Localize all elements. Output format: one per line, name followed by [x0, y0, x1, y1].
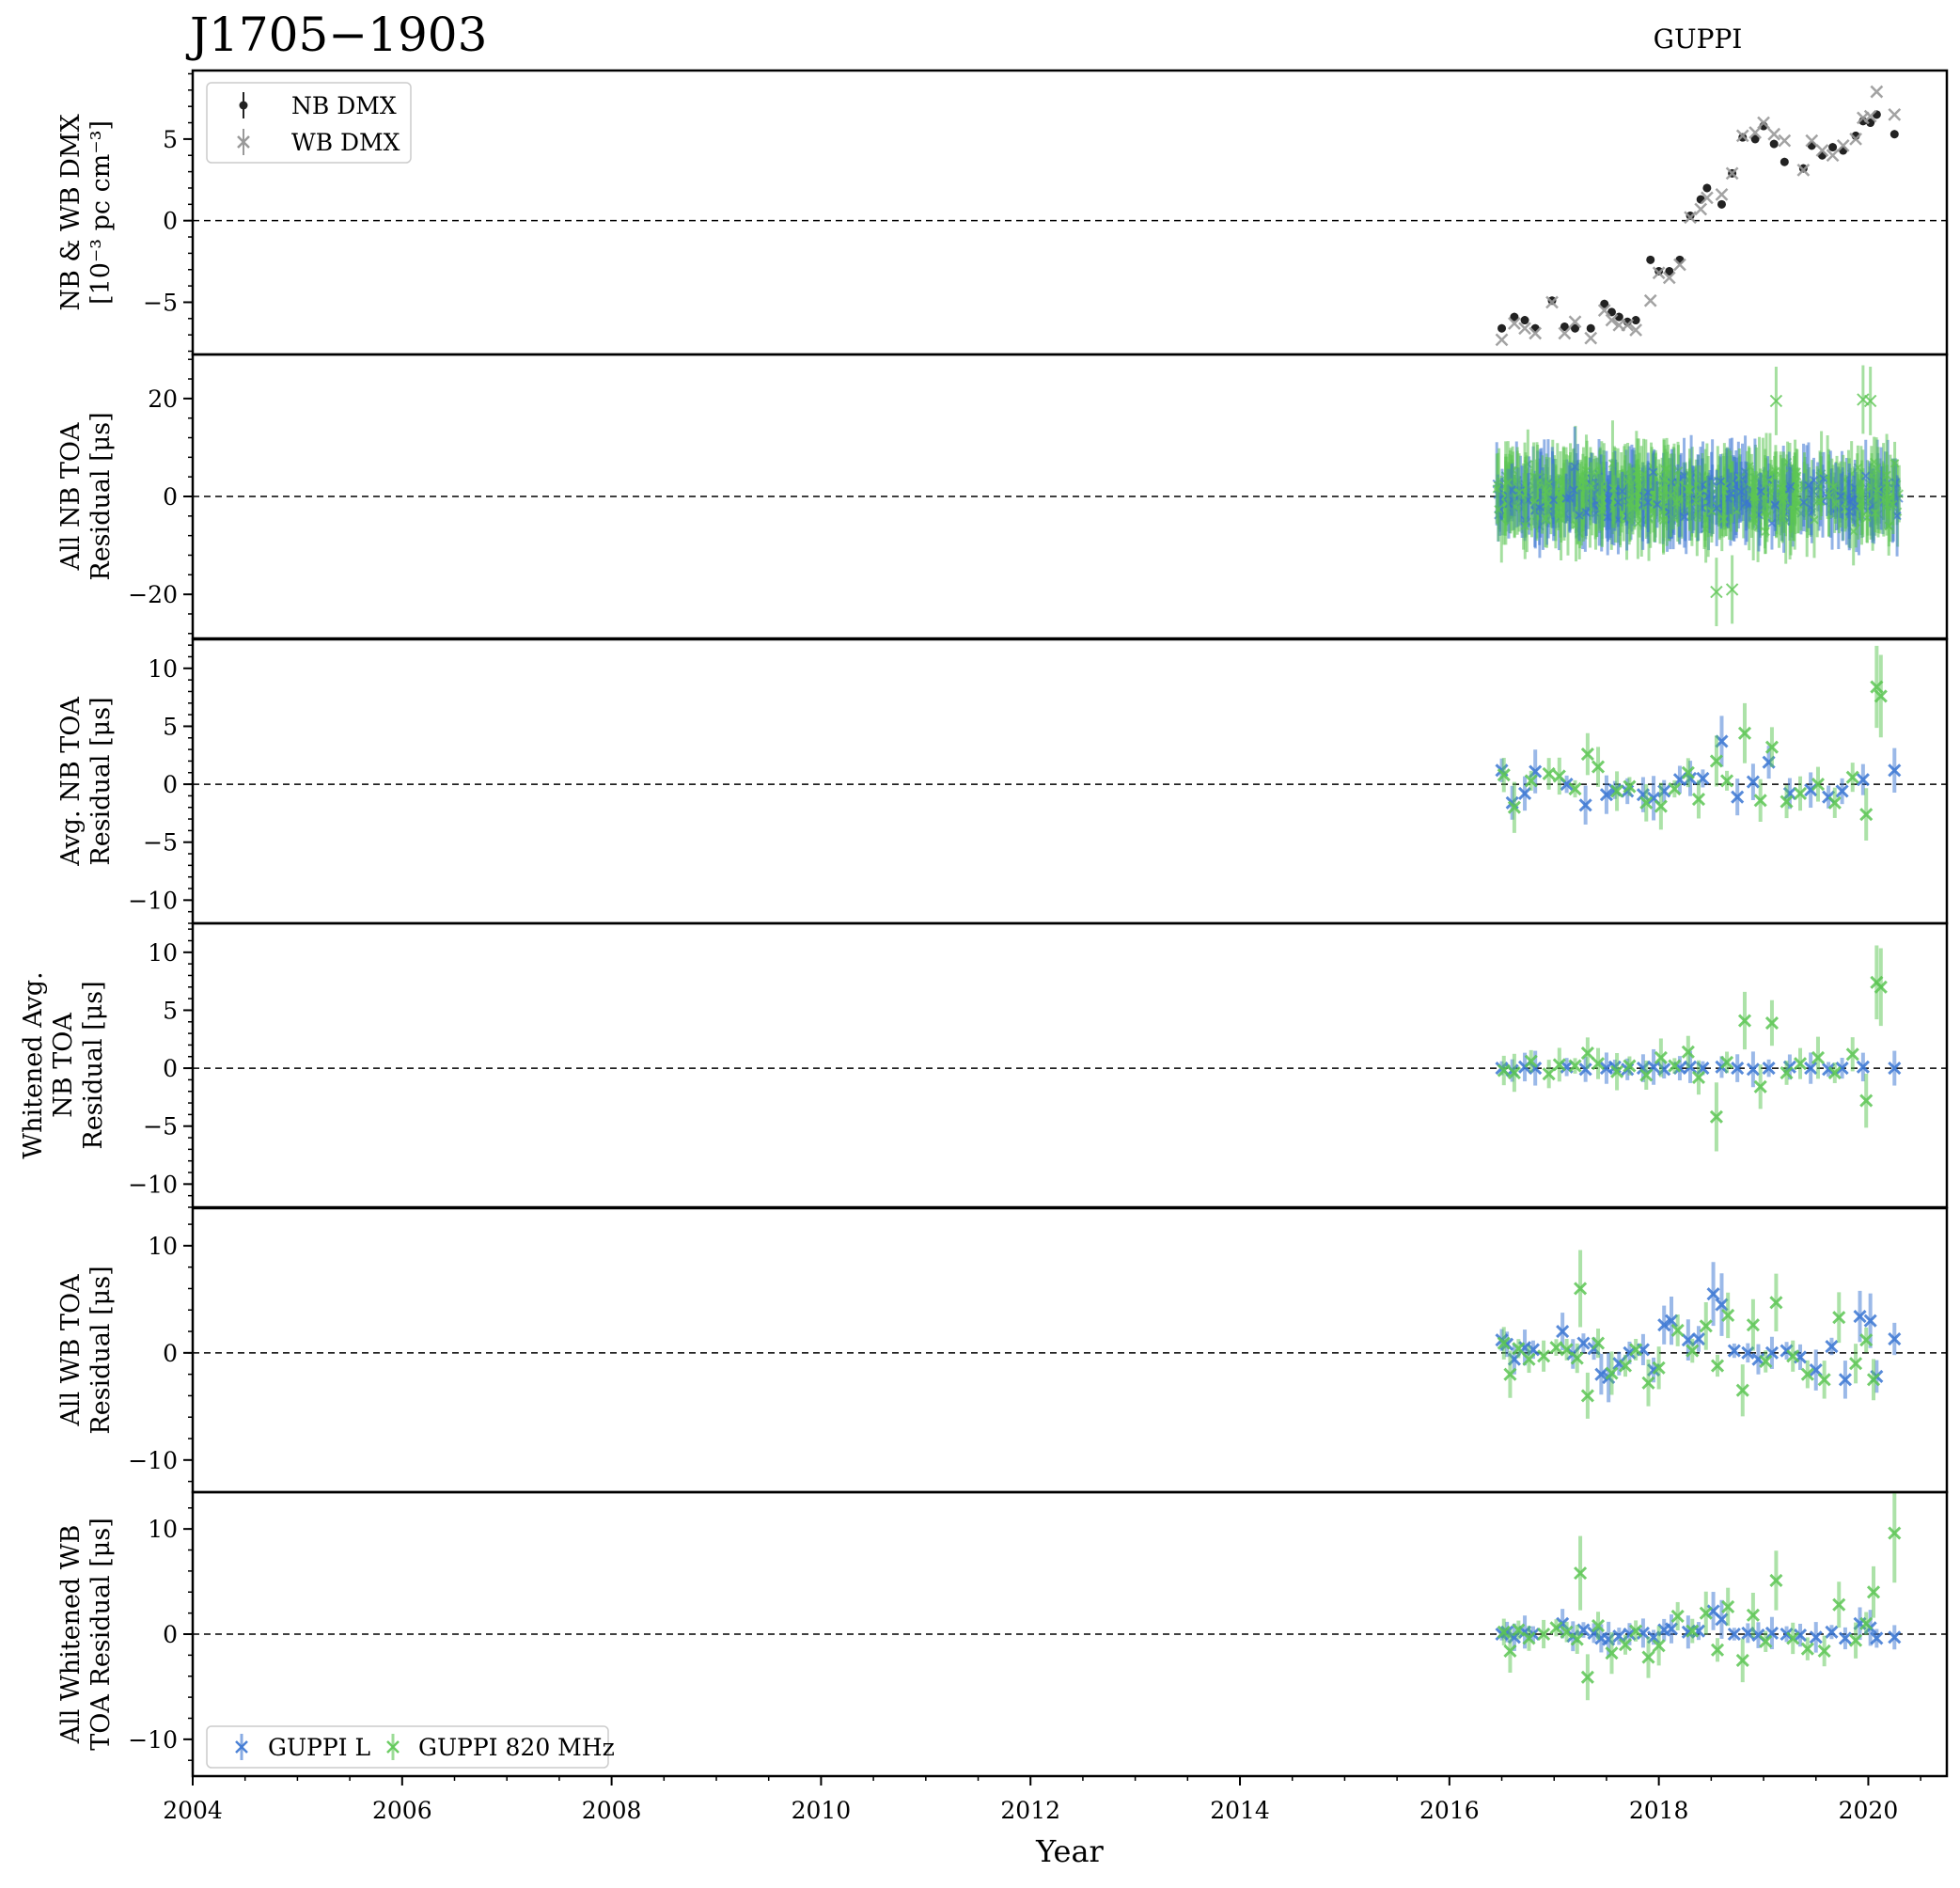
panel-white_avg_nb: −10 −5 0 5 10 Whitened Avg. NB TOA Residual [μs… [19, 921, 1949, 1209]
y-tick-label: −20 [128, 581, 178, 608]
y-tick-label: 10 [148, 655, 178, 683]
legend-label: NB DMX [291, 92, 397, 119]
y-tick-label: 5 [163, 997, 178, 1024]
dmx-point [1717, 199, 1726, 209]
x-tick-label: 2004 [163, 1797, 223, 1824]
panel-white_wb: −10 0 10 All Whitened WB TOA Residual [μs] GU… [56, 1490, 1949, 1778]
panels: −5 0 5 NB & WB DMX [10⁻³ pc cm⁻³] NB DMX WB DM… [19, 69, 1949, 1778]
dmx-point [1646, 255, 1655, 264]
dmx-point [1778, 134, 1792, 148]
y-axis-label: Avg. NB TOA [56, 697, 86, 867]
data-marks [1495, 645, 1902, 841]
data-marks [1495, 85, 1902, 347]
dmx-point [1643, 293, 1657, 307]
panel-avg_nb: −10 −5 0 5 10 Avg. NB TOA Residual [μs] [56, 637, 1949, 925]
y-tick-label: 10 [148, 939, 178, 967]
dmx-point [1870, 85, 1884, 99]
dmx-point [1767, 127, 1781, 141]
series-guppi-820-mhz [1497, 1492, 1902, 1701]
x-tick-label: 2014 [1210, 1797, 1270, 1824]
legend-label: GUPPI L [268, 1734, 370, 1761]
y-axis-label: All WB TOA [56, 1274, 86, 1427]
x-tick-label: 2018 [1629, 1797, 1689, 1824]
series-guppi-820-mhz [1497, 645, 1888, 841]
y-tick-label: −5 [143, 1113, 178, 1141]
series-nb-dmx [1497, 110, 1899, 333]
legend-label: WB DMX [291, 129, 400, 156]
x-tick-label: 2010 [792, 1797, 852, 1824]
y-tick-label: −5 [143, 829, 178, 857]
y-axis-label: [10⁻³ pc cm⁻³] [86, 120, 116, 305]
dmx-point [1715, 188, 1729, 201]
x-tick-label: 2012 [1000, 1797, 1060, 1824]
dmx-point [1702, 183, 1712, 193]
dmx-point [1780, 157, 1789, 166]
y-tick-label: 10 [148, 1233, 178, 1260]
chart-title: J1705−1903 [185, 8, 487, 62]
legend: GUPPI L GUPPI 820 MHz [206, 1725, 615, 1769]
y-tick-label: −10 [128, 1447, 178, 1474]
dmx-point [1586, 323, 1595, 333]
y-tick-label: 0 [163, 771, 178, 798]
y-tick-label: 0 [163, 208, 178, 235]
dmx-point [1495, 333, 1509, 347]
series-wb-dmx [1495, 85, 1902, 347]
y-tick-label: 5 [163, 126, 178, 153]
y-axis-label: Whitened Avg. [19, 971, 48, 1158]
panel-all_nb: −20 0 20 All NB TOA Residual [μs] [56, 353, 1949, 640]
panel-all_wb: −10 0 10 All WB TOA Residual [μs] [56, 1206, 1949, 1494]
y-axis-label: All Whitened WB [56, 1525, 86, 1745]
series-guppi-820-mhz [1497, 945, 1888, 1152]
panel-dmx: −5 0 5 NB & WB DMX [10⁻³ pc cm⁻³] NB DMX WB DM… [56, 69, 1949, 356]
dmx-point [1520, 316, 1529, 325]
y-tick-label: −10 [128, 887, 178, 914]
dmx-point [1769, 139, 1779, 149]
y-axis-label: NB TOA [49, 1013, 78, 1118]
y-axis-label: All NB TOA [56, 422, 86, 572]
y-axis-label: Residual [μs] [86, 1266, 116, 1434]
y-tick-label: 0 [163, 1621, 178, 1648]
legend-marker-nb-dot [239, 101, 248, 110]
y-tick-label: −10 [128, 1726, 178, 1754]
data-marks [1495, 945, 1902, 1152]
y-axis-label: Residual [μs] [86, 412, 116, 580]
y-tick-label: 5 [163, 713, 178, 740]
x-tick-label: 2020 [1839, 1797, 1899, 1824]
dmx-point [1584, 331, 1598, 345]
dmx-point [1828, 143, 1838, 152]
y-axis-label: Residual [μs] [79, 981, 108, 1149]
y-tick-label: 0 [163, 483, 178, 511]
data-marks [1495, 1250, 1902, 1419]
dmx-point [1889, 130, 1899, 139]
data-marks [1492, 365, 1904, 626]
data-marks [1495, 1492, 1902, 1701]
residual-figure: J1705−1903 GUPPI −5 0 5 NB & WB DMX [10⁻³ pc… [19, 8, 1949, 1869]
chart-subtitle: GUPPI [1654, 24, 1743, 55]
y-tick-label: 0 [163, 1055, 178, 1082]
dmx-point [1497, 323, 1507, 333]
x-tick-label: 2016 [1419, 1797, 1480, 1824]
y-axis-label: NB & WB DMX [56, 114, 86, 311]
panel-frame [191, 69, 1949, 356]
y-axis-label: Residual [μs] [86, 697, 116, 865]
dmx-point [1694, 202, 1708, 216]
y-tick-label: 20 [148, 385, 178, 413]
y-tick-label: 0 [163, 1340, 178, 1367]
x-axis-label: Year [1035, 1833, 1104, 1869]
panel-frame [191, 637, 1949, 925]
x-tick-label: 2006 [372, 1797, 432, 1824]
x-axis: 2004 2006 2008 2010 2012 2014 2016 2018 2020 [163, 1776, 1921, 1824]
legend: NB DMX WB DMX [206, 82, 412, 164]
y-tick-label: −10 [128, 1171, 178, 1198]
y-axis-label: TOA Residual [μs] [86, 1518, 116, 1750]
panel-frame [191, 1206, 1949, 1494]
y-tick-label: −5 [143, 289, 178, 316]
y-tick-label: 10 [148, 1516, 178, 1543]
dmx-point [1888, 107, 1902, 121]
x-tick-label: 2008 [582, 1797, 642, 1824]
legend-label: GUPPI 820 MHz [418, 1734, 615, 1761]
